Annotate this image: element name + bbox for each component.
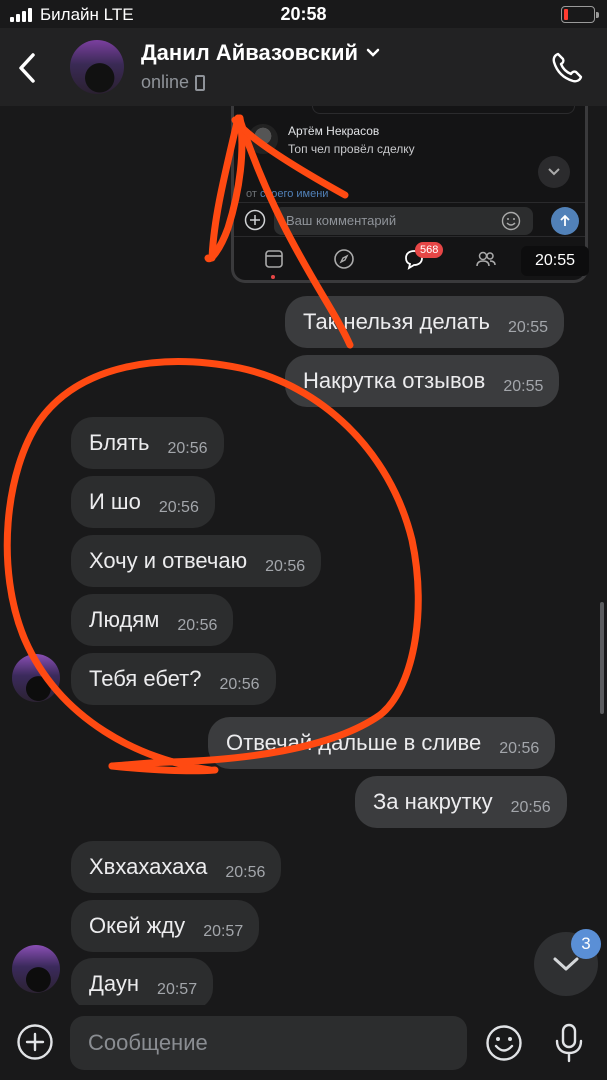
status-bar: Билайн LTE 20:58 bbox=[0, 0, 607, 28]
status-time: 20:58 bbox=[280, 4, 327, 24]
chevron-left-icon bbox=[19, 53, 35, 83]
compass-icon bbox=[334, 249, 354, 269]
plus-icon bbox=[17, 1024, 53, 1060]
contact-info[interactable]: Данил Айвазовский online bbox=[141, 40, 380, 93]
send-icon bbox=[551, 207, 579, 235]
message-bubble-incoming[interactable]: Даун 20:57 bbox=[71, 958, 214, 1010]
message-bubble-outgoing[interactable]: Накрутка отзывов 20:55 bbox=[285, 355, 560, 407]
message-bubble-incoming[interactable]: Хвхахахаха 20:56 bbox=[71, 841, 282, 893]
contact-avatar[interactable] bbox=[70, 40, 124, 94]
sender-avatar[interactable] bbox=[12, 654, 60, 702]
news-icon bbox=[265, 250, 283, 268]
back-button[interactable] bbox=[12, 48, 42, 88]
battery-level bbox=[564, 9, 568, 20]
message-composer bbox=[0, 1005, 607, 1080]
smile-icon bbox=[501, 211, 521, 231]
message-bubble-incoming[interactable]: Людям 20:56 bbox=[71, 594, 234, 646]
sender-avatar[interactable] bbox=[12, 945, 60, 993]
message-bubble-incoming[interactable]: Тебя ебет? 20:56 bbox=[71, 653, 276, 705]
chat-screen: Билайн LTE 20:58 Данил Айвазовский onlin… bbox=[0, 0, 607, 1080]
message-input[interactable] bbox=[70, 1016, 467, 1070]
comment-text: Топ чел провёл сделку bbox=[288, 142, 415, 156]
chevron-down-icon bbox=[553, 957, 579, 971]
smile-icon bbox=[486, 1025, 522, 1061]
embedded-comment-input: Ваш комментарий bbox=[274, 207, 533, 235]
commenter-avatar bbox=[248, 124, 278, 154]
message-bubble-incoming[interactable]: Хочу и отвечаю 20:56 bbox=[71, 535, 322, 587]
emoji-button[interactable] bbox=[485, 1024, 523, 1062]
voice-message-button[interactable] bbox=[553, 1022, 585, 1064]
phone-icon bbox=[552, 52, 583, 83]
chat-header: Данил Айвазовский online bbox=[0, 28, 607, 106]
call-button[interactable] bbox=[549, 50, 585, 86]
chevron-down-icon bbox=[548, 168, 560, 176]
plus-icon bbox=[244, 209, 266, 231]
message-bubble-incoming[interactable]: И шо 20:56 bbox=[71, 476, 215, 528]
message-bubble-incoming[interactable]: Окей жду 20:57 bbox=[71, 900, 260, 952]
message-bubble-incoming[interactable]: Блять 20:56 bbox=[71, 417, 224, 469]
embedded-scroll-button bbox=[538, 156, 570, 188]
online-status: online bbox=[141, 72, 190, 92]
scrollbar[interactable] bbox=[600, 602, 604, 714]
microphone-icon bbox=[555, 1023, 583, 1063]
message-bubble-outgoing[interactable]: Так нельзя делать 20:55 bbox=[285, 296, 565, 348]
message-bubble-outgoing[interactable]: Отвечай дальше в сливе 20:56 bbox=[208, 717, 556, 769]
friends-icon bbox=[476, 251, 496, 267]
unread-count-badge: 3 bbox=[571, 929, 601, 959]
chevron-down-icon bbox=[366, 48, 380, 57]
embedded-comment: Артём Некрасов Топ чел провёл сделку bbox=[246, 122, 576, 188]
messages-count-badge: 568 bbox=[415, 242, 444, 258]
page-title: Данил Айвазовский bbox=[141, 40, 359, 65]
mobile-device-icon bbox=[195, 74, 206, 91]
battery-icon bbox=[561, 6, 599, 23]
screenshot-time-label: 20:55 bbox=[521, 246, 589, 276]
message-input-wrap bbox=[70, 1016, 467, 1070]
message-bubble-outgoing[interactable]: За накрутку 20:56 bbox=[355, 776, 567, 828]
commenter-name: Артём Некрасов bbox=[288, 124, 380, 138]
attach-button[interactable] bbox=[16, 1023, 54, 1061]
embedded-hint: от своего имени bbox=[246, 188, 329, 200]
